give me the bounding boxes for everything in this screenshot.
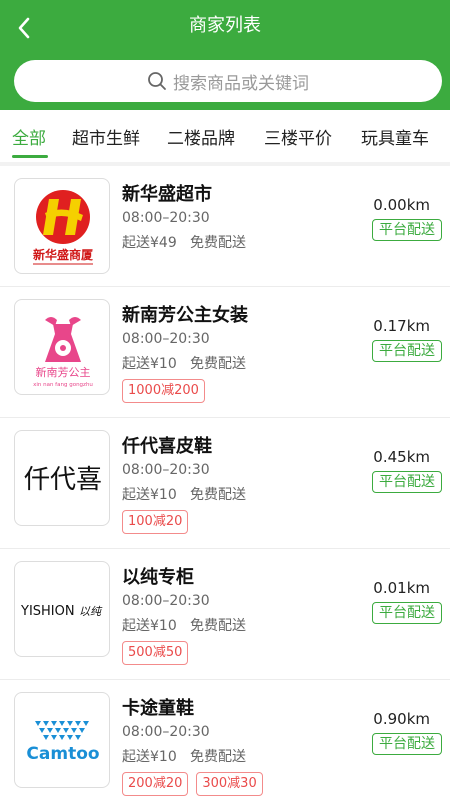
tab-second-floor[interactable]: 二楼品牌 <box>167 124 235 149</box>
store-list: 新华盛商厦 新华盛超市 08:00–20:30 起送¥49 免费配送 0.00k… <box>0 166 450 800</box>
store-name: 仟代喜皮鞋 <box>122 436 212 457</box>
platform-delivery-badge: 平台配送 <box>372 340 442 362</box>
store-logo: 新南芳公主 xin nan fang gongzhu <box>14 299 110 395</box>
promo-list: 1000减200 <box>122 379 205 403</box>
tab-supermarket[interactable]: 超市生鲜 <box>72 124 140 149</box>
promo-list: 500减50 <box>122 641 189 665</box>
logo-text-cn: 以纯 <box>79 605 103 618</box>
delivery-fee: 免费配送 <box>190 487 246 503</box>
promo-list: 100减20 <box>122 510 189 534</box>
yishion-logo-icon: YISHION 以纯 <box>20 604 103 619</box>
store-name: 新南芳公主女装 <box>122 305 248 326</box>
store-logo: 仟代喜 <box>14 430 110 526</box>
store-logo: 新华盛商厦 <box>14 178 110 274</box>
active-tab-indicator <box>12 155 48 158</box>
promo-badge: 300减30 <box>196 772 263 796</box>
qiandaixi-logo-icon: 仟代喜 <box>24 465 102 495</box>
min-order: 起送¥10 <box>122 356 177 372</box>
tab-third-floor[interactable]: 三楼平价 <box>264 124 332 149</box>
store-logo: YISHION 以纯 <box>14 561 110 657</box>
promo-list: 200减20 300减30 <box>122 772 263 796</box>
min-order: 起送¥10 <box>122 487 177 503</box>
delivery-fee: 免费配送 <box>190 356 246 372</box>
store-item[interactable]: YISHION 以纯 以纯专柜 08:00–20:30 起送¥10 免费配送 0… <box>0 549 450 680</box>
platform-delivery-badge: 平台配送 <box>372 733 442 755</box>
platform-delivery-badge: 平台配送 <box>372 219 442 241</box>
header: 商家列表 搜索商品或关键词 <box>0 0 450 110</box>
store-distance: 0.01km <box>373 579 430 597</box>
delivery-fee: 免费配送 <box>190 235 246 251</box>
store-hours: 08:00–20:30 <box>122 462 210 478</box>
store-distance: 0.00km <box>373 196 430 214</box>
logo-caption: 新华盛商厦 <box>33 247 94 262</box>
store-item[interactable]: 新华盛商厦 新华盛超市 08:00–20:30 起送¥49 免费配送 0.00k… <box>0 166 450 287</box>
search-input[interactable]: 搜索商品或关键词 <box>14 60 442 102</box>
min-order: 起送¥10 <box>122 618 177 634</box>
camtoo-logo-icon: Camtoo <box>26 721 100 764</box>
store-item[interactable]: 新南芳公主 xin nan fang gongzhu 新南芳公主女装 08:00… <box>0 287 450 418</box>
store-hours: 08:00–20:30 <box>122 593 210 609</box>
store-hours: 08:00–20:30 <box>122 331 210 347</box>
search-placeholder: 搜索商品或关键词 <box>173 73 309 94</box>
platform-delivery-badge: 平台配送 <box>372 602 442 624</box>
logo-text: YISHION <box>20 604 75 619</box>
store-name: 以纯专柜 <box>122 567 194 588</box>
store-distance: 0.45km <box>373 448 430 466</box>
store-item[interactable]: Camtoo 卡途童鞋 08:00–20:30 起送¥10 免费配送 0.90k… <box>0 680 450 800</box>
logo-caption: 新南芳公主 <box>36 365 91 379</box>
store-name: 卡途童鞋 <box>122 698 194 719</box>
store-distance: 0.90km <box>373 710 430 728</box>
store-hours: 08:00–20:30 <box>122 210 210 226</box>
min-order: 起送¥49 <box>122 235 177 251</box>
promo-badge: 1000减200 <box>122 379 205 403</box>
delivery-fee: 免费配送 <box>190 749 246 765</box>
delivery-fee: 免费配送 <box>190 618 246 634</box>
platform-delivery-badge: 平台配送 <box>372 471 442 493</box>
logo-text: Camtoo <box>26 744 99 764</box>
store-item[interactable]: 仟代喜 仟代喜皮鞋 08:00–20:30 起送¥10 免费配送 0.45km … <box>0 418 450 549</box>
promo-badge: 100减20 <box>122 510 189 534</box>
tab-toys[interactable]: 玩具童车 <box>361 124 429 149</box>
promo-badge: 200减20 <box>122 772 189 796</box>
page-title: 商家列表 <box>189 15 261 36</box>
store-distance: 0.17km <box>373 317 430 335</box>
tab-all[interactable]: 全部 <box>12 124 46 149</box>
princess-dress-logo-icon: 新南芳公主 xin nan fang gongzhu <box>33 317 93 388</box>
category-tabs: 全部 超市生鲜 二楼品牌 三楼平价 玩具童车 <box>0 110 450 162</box>
store-hours: 08:00–20:30 <box>122 724 210 740</box>
store-logo: Camtoo <box>14 692 110 788</box>
min-order: 起送¥10 <box>122 749 177 765</box>
promo-badge: 500减50 <box>122 641 189 665</box>
store-name: 新华盛超市 <box>122 184 212 205</box>
logo-text: 仟代喜 <box>24 465 102 495</box>
logo-subcaption: xin nan fang gongzhu <box>33 382 93 388</box>
search-icon <box>148 72 166 90</box>
xinhuasheng-logo-icon: 新华盛商厦 <box>33 190 94 265</box>
